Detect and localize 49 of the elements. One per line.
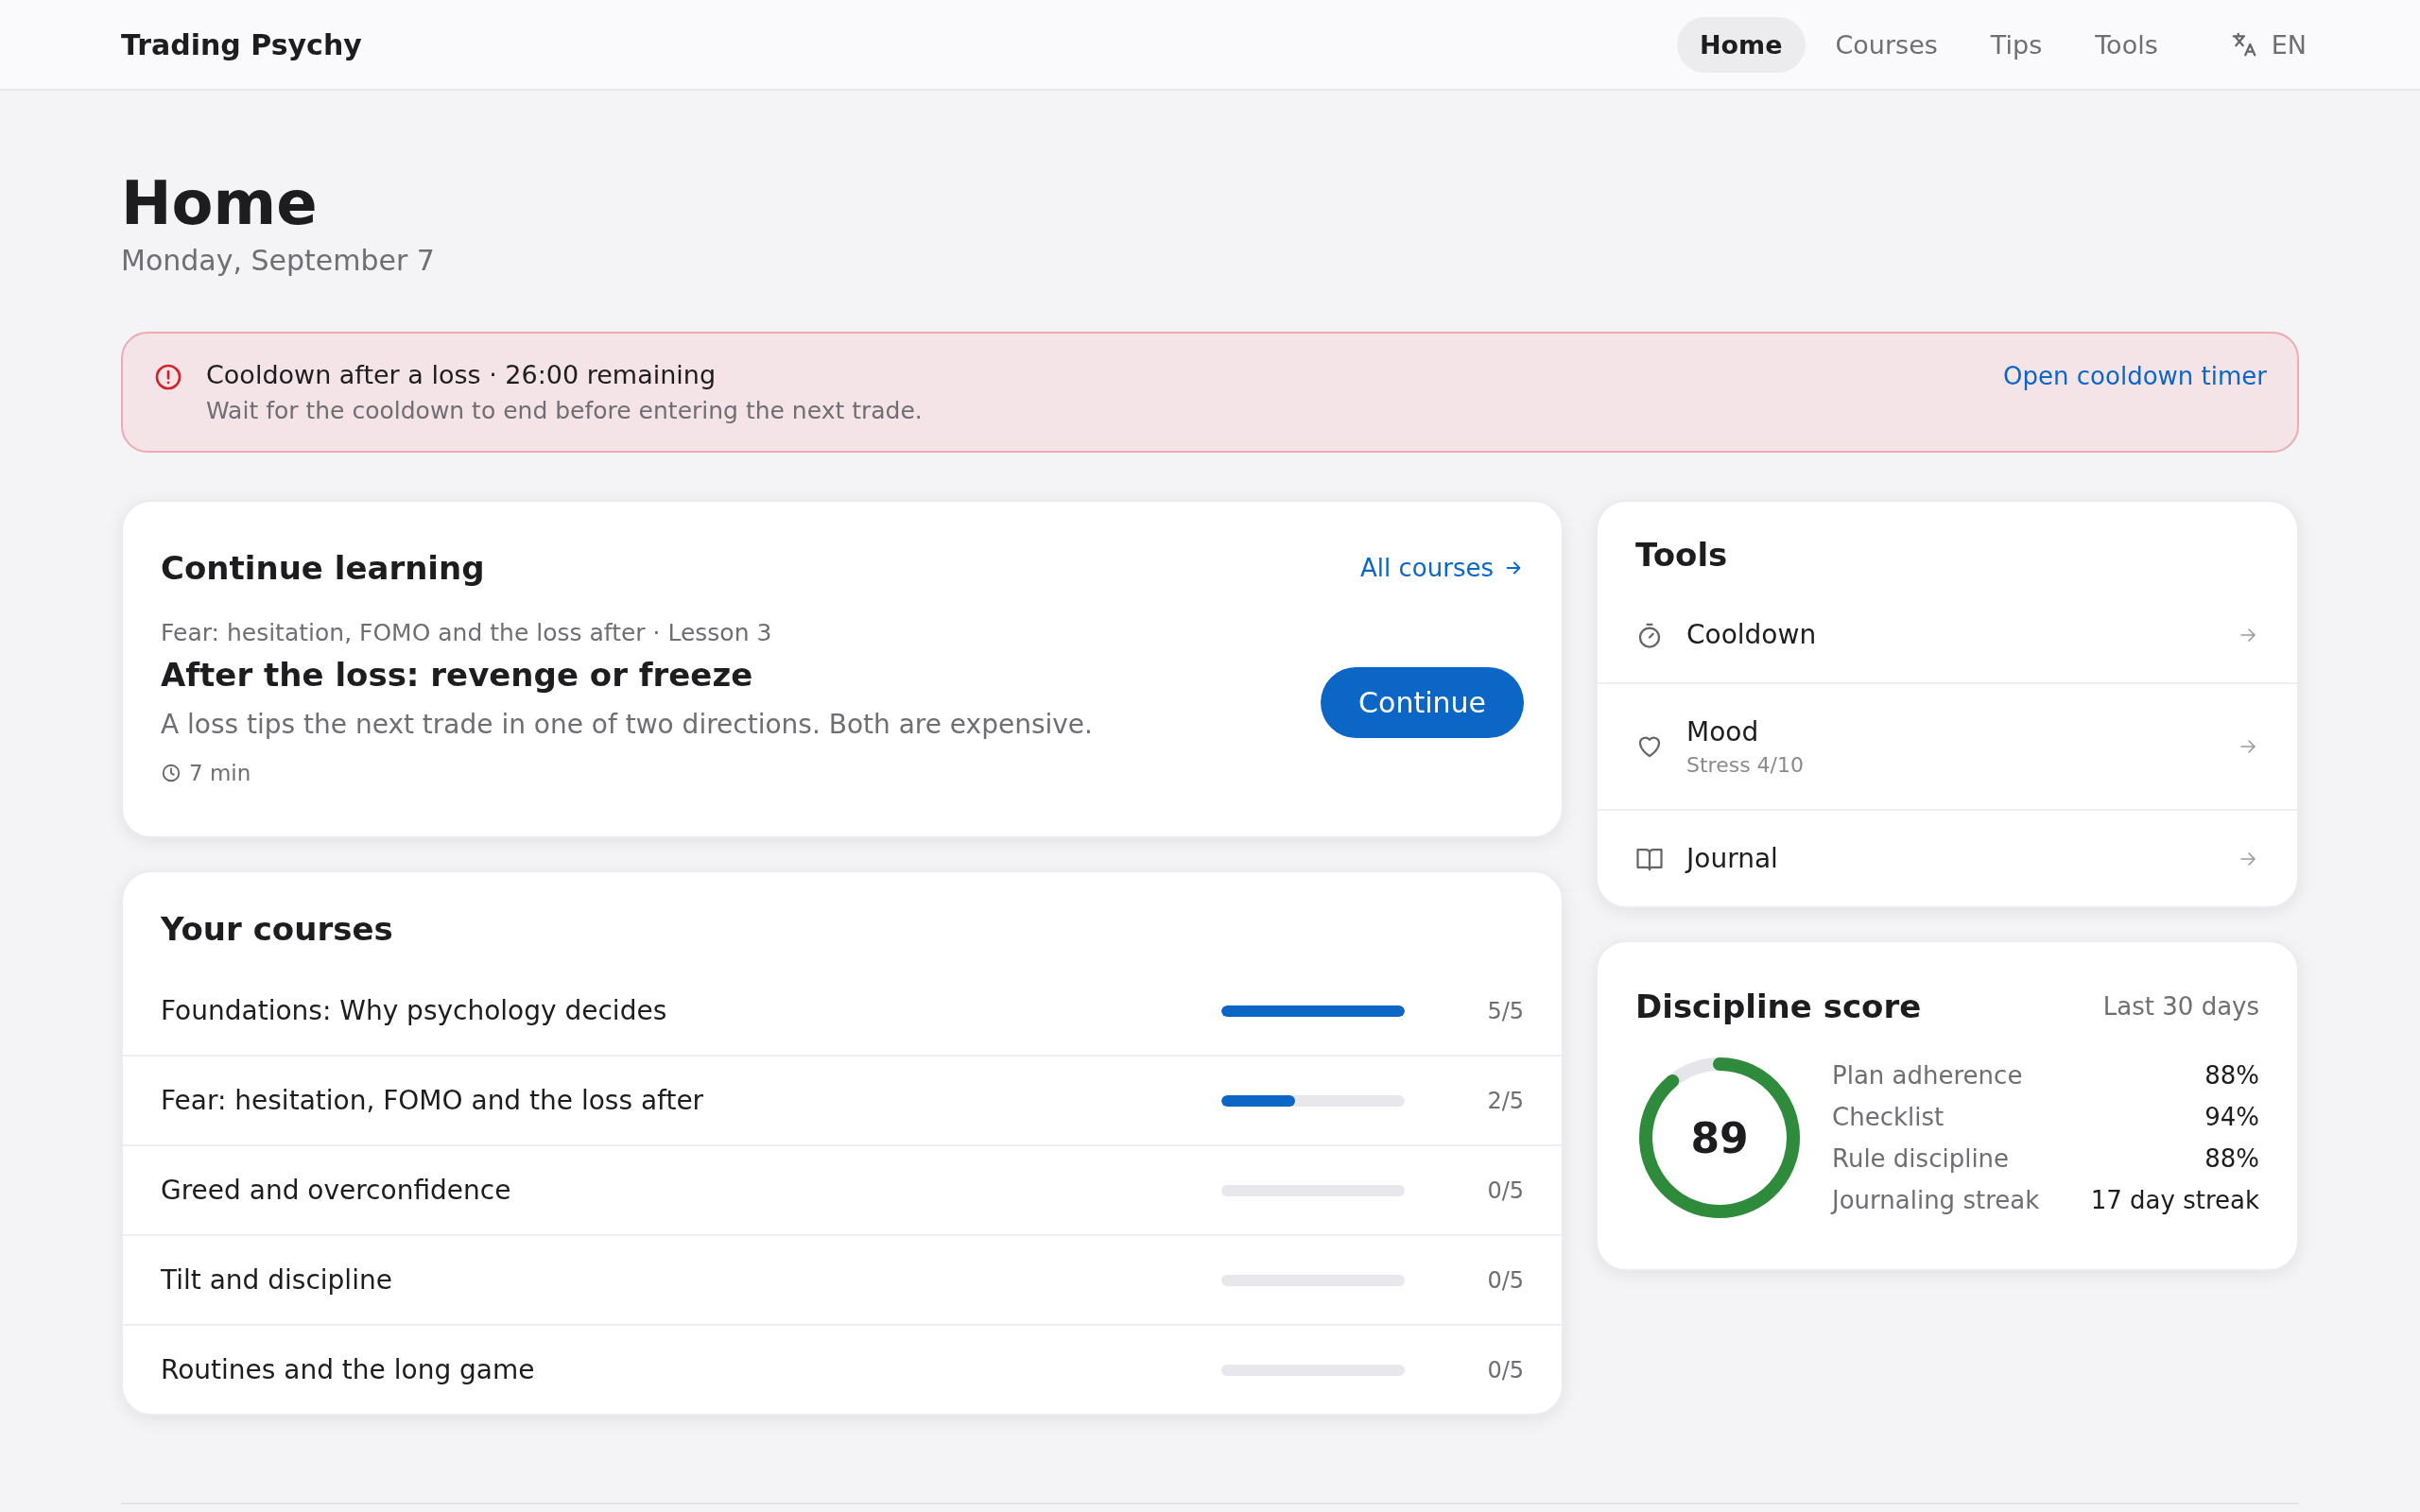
tool-label: Mood xyxy=(1686,716,1760,748)
card-title: Discipline score xyxy=(1635,988,1922,1026)
page-date: Monday, September 7 xyxy=(121,244,436,278)
page-title: Home xyxy=(121,170,319,237)
tool-item[interactable]: Mood Stress 4/10 xyxy=(1598,682,2297,810)
all-courses-link[interactable]: All courses xyxy=(1360,554,1524,583)
metric-label: Journaling streak xyxy=(1832,1186,2040,1215)
score-value: 89 xyxy=(1690,1113,1749,1162)
course-progress: 0/5 xyxy=(1486,1266,1524,1294)
lesson-duration: 7 min xyxy=(189,761,251,786)
period-label: Last 30 days xyxy=(2102,992,2259,1022)
metric-label: Plan adherence xyxy=(1832,1061,2023,1091)
course-name[interactable]: Routines and the long game xyxy=(161,1354,1221,1386)
course-name[interactable]: Fear: hesitation, FOMO and the loss after xyxy=(161,1085,1221,1117)
nav-tab[interactable]: Tools xyxy=(2072,16,2181,73)
course-name[interactable]: Greed and overconfidence xyxy=(161,1175,1221,1207)
app-name: Trading Psychy xyxy=(121,27,362,61)
course-label: Fear: hesitation, FOMO and the loss after · Lesson 3 xyxy=(161,619,773,647)
clock-icon xyxy=(161,763,182,784)
tool-item[interactable]: Journal xyxy=(1598,809,2297,907)
metric-value: 88% xyxy=(2204,1144,2259,1174)
metric-label: Rule discipline xyxy=(1832,1144,2010,1174)
metric-value: 94% xyxy=(2204,1103,2259,1132)
tool-detail: Stress 4/10 xyxy=(1686,753,1805,778)
course-progress: 5/5 xyxy=(1486,997,1524,1024)
card-title: Your courses xyxy=(160,910,394,949)
language-button[interactable]: EN xyxy=(2210,16,2325,73)
tool-item[interactable]: Cooldown xyxy=(1598,587,2297,683)
continue-button[interactable]: Continue xyxy=(1321,666,1524,738)
course-name[interactable]: Tilt and discipline xyxy=(161,1264,1221,1297)
alert-message: Wait for the cooldown to end before entering the next trade. xyxy=(206,397,924,425)
nav-tab[interactable]: Courses xyxy=(1812,16,1961,73)
course-progress: 0/5 xyxy=(1486,1356,1524,1383)
metric-value: 88% xyxy=(2204,1061,2259,1091)
card-title: Continue learning xyxy=(161,549,485,588)
card-title: Tools xyxy=(1634,536,1729,575)
metric-label: Checklist xyxy=(1832,1103,1945,1132)
cooldown-timer-link[interactable]: Open cooldown timer xyxy=(2003,362,2267,391)
tool-label: Cooldown xyxy=(1686,619,1818,651)
course-progress: 2/5 xyxy=(1486,1087,1524,1114)
metric-value: 17 day streak xyxy=(2090,1186,2259,1215)
lesson-title: After the loss: revenge or freeze xyxy=(161,656,754,695)
lesson-summary: A loss tips the next trade in one of two directions. Both are expensive. xyxy=(161,709,1093,741)
tool-label: Journal xyxy=(1686,843,1779,875)
nav-tab[interactable]: Home xyxy=(1676,16,1806,73)
nav-tab[interactable]: Tips xyxy=(1967,16,2066,73)
alert-title: Cooldown after a loss · 26:00 remaining xyxy=(206,360,717,390)
course-progress: 0/5 xyxy=(1486,1177,1524,1204)
course-name[interactable]: Foundations: Why psychology decides xyxy=(161,995,1221,1027)
